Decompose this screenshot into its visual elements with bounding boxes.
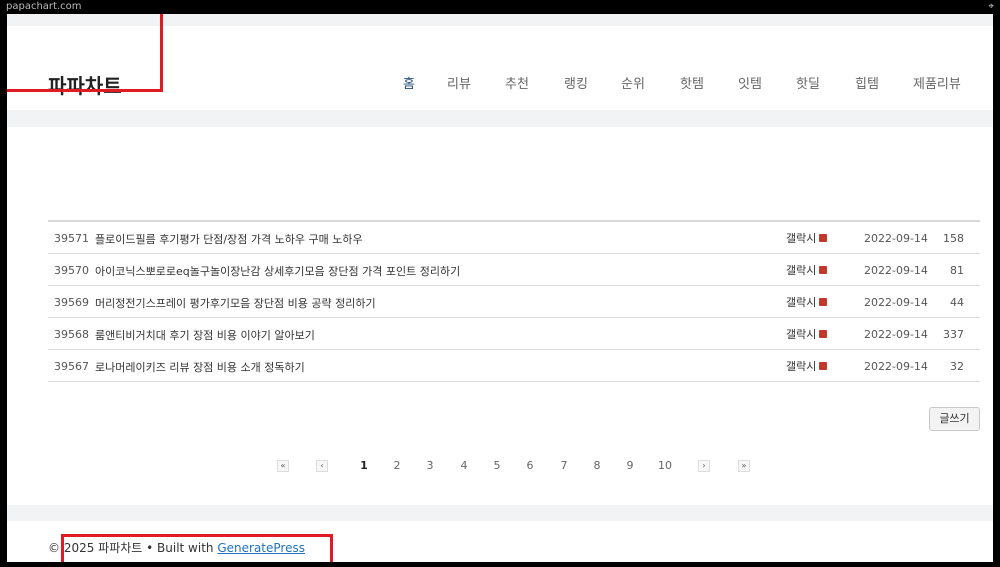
table-row[interactable]: 39567 로나머레이키즈 리뷰 장점 비용 소개 정독하기 2022-09-14 3… xyxy=(48,350,980,382)
prev-page-button[interactable]: ‹ xyxy=(316,460,328,472)
post-number: 39570 xyxy=(54,264,89,277)
post-title[interactable]: 아이코닉스뽀로로eq놀구놀이장난감 상세후기모음 장단점 가격 포인트 정리하기 xyxy=(95,263,460,279)
post-date: 2022-09-14 xyxy=(864,328,928,341)
post-date: 2022-09-14 xyxy=(864,264,928,277)
browser-topbar: papachart.com ⌖ xyxy=(0,0,1000,14)
post-date: 2022-09-14 xyxy=(864,360,928,373)
post-date: 2022-09-14 xyxy=(864,232,928,245)
nav-item-2[interactable]: 추천 xyxy=(505,73,529,92)
post-author-name: 갤락시 xyxy=(786,360,817,373)
page-link-7[interactable]: 7 xyxy=(554,456,574,476)
post-title[interactable]: 로나머레이키즈 리뷰 장점 비용 소개 정독하기 xyxy=(95,359,305,375)
page-link-3[interactable]: 3 xyxy=(420,456,440,476)
nav-item-4[interactable]: 순위 xyxy=(621,73,645,92)
member-badge-icon xyxy=(819,266,828,274)
post-views: 44 xyxy=(950,296,964,309)
table-row[interactable]: 39569 머리정전기스프레이 평가후기모음 장단점 비용 공략 정리하기 2022… xyxy=(48,286,980,318)
table-row[interactable]: 39571 플로이드필름 후기평가 단점/장점 가격 노하우 구매 노하우 2022… xyxy=(48,222,980,254)
post-views: 32 xyxy=(950,360,964,373)
page-link-5[interactable]: 5 xyxy=(487,456,507,476)
footer-highlight-box xyxy=(61,534,333,562)
post-date: 2022-09-14 xyxy=(864,296,928,309)
post-title[interactable]: 머리정전기스프레이 평가후기모음 장단점 비용 공략 정리하기 xyxy=(95,295,376,311)
next-page-button[interactable]: › xyxy=(698,460,710,472)
first-page-button[interactable]: « xyxy=(277,460,289,472)
post-views: 158 xyxy=(943,232,964,245)
post-title[interactable]: 룸앤티비거치대 후기 장점 비용 이야기 알아보기 xyxy=(95,327,315,343)
page-link-4[interactable]: 4 xyxy=(454,456,474,476)
page-link-6[interactable]: 6 xyxy=(520,456,540,476)
site-footer: © 2025 파파차트 • Built with GeneratePress xyxy=(7,521,993,562)
post-author[interactable]: 갤락시 xyxy=(786,230,828,246)
table-row[interactable]: 39570 아이코닉스뽀로로eq놀구놀이장난감 상세후기모음 장단점 가격 포인트… xyxy=(48,254,980,286)
post-author[interactable]: 갤락시 xyxy=(786,358,828,374)
write-post-button[interactable]: 글쓰기 xyxy=(929,407,980,431)
nav-item-5[interactable]: 핫템 xyxy=(680,73,704,92)
pagination: « ‹ 1 2 3 4 5 6 7 8 9 10 › » xyxy=(7,456,993,476)
post-views: 337 xyxy=(943,328,964,341)
pin-icon[interactable]: ⌖ xyxy=(988,2,994,12)
post-author-name: 갤락시 xyxy=(786,232,817,245)
post-author-name: 갤락시 xyxy=(786,264,817,277)
post-author[interactable]: 갤락시 xyxy=(786,294,828,310)
table-row[interactable]: 39568 룸앤티비거치대 후기 장점 비용 이야기 알아보기 2022-09-14… xyxy=(48,318,980,350)
page-link-10[interactable]: 10 xyxy=(655,456,675,476)
logo-highlight-box xyxy=(7,14,163,92)
post-number: 39571 xyxy=(54,232,89,245)
page-link-2[interactable]: 2 xyxy=(387,456,407,476)
post-author[interactable]: 갤락시 xyxy=(786,262,828,278)
nav-item-1[interactable]: 리뷰 xyxy=(447,73,471,92)
post-number: 39567 xyxy=(54,360,89,373)
post-number: 39569 xyxy=(54,296,89,309)
member-badge-icon xyxy=(819,298,828,306)
post-title[interactable]: 플로이드필름 후기평가 단점/장점 가격 노하우 구매 노하우 xyxy=(95,231,363,247)
browser-url: papachart.com xyxy=(6,1,82,12)
browser-window: 파파차트 홈 리뷰 추천 랭킹 순위 핫템 잇템 핫딜 힙템 제품리뷰 39571 플로이드필름 후… xyxy=(7,14,993,562)
nav-item-6[interactable]: 잇템 xyxy=(738,73,762,92)
post-number: 39568 xyxy=(54,328,89,341)
nav-item-0[interactable]: 홈 xyxy=(403,73,415,92)
nav-item-8[interactable]: 힙템 xyxy=(855,73,879,92)
page-link-1[interactable]: 1 xyxy=(354,456,374,476)
member-badge-icon xyxy=(819,330,828,338)
nav-item-9[interactable]: 제품리뷰 xyxy=(913,73,961,92)
member-badge-icon xyxy=(819,362,828,370)
nav-item-7[interactable]: 핫딜 xyxy=(796,73,820,92)
member-badge-icon xyxy=(819,234,828,242)
post-author-name: 갤락시 xyxy=(786,328,817,341)
page-link-9[interactable]: 9 xyxy=(620,456,640,476)
last-page-button[interactable]: » xyxy=(738,460,750,472)
main-content: 39571 플로이드필름 후기평가 단점/장점 가격 노하우 구매 노하우 2022… xyxy=(7,127,993,505)
post-views: 81 xyxy=(950,264,964,277)
post-author-name: 갤락시 xyxy=(786,296,817,309)
page-link-8[interactable]: 8 xyxy=(587,456,607,476)
nav-item-3[interactable]: 랭킹 xyxy=(564,73,588,92)
post-author[interactable]: 갤락시 xyxy=(786,326,828,342)
